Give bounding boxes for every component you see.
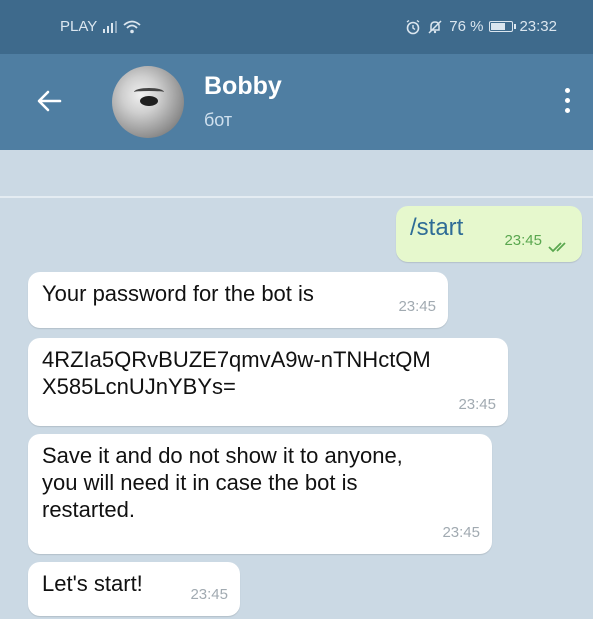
status-left: PLAY [60,18,141,35]
message-incoming[interactable]: Your password for the bot is 23:45 [28,272,448,328]
carrier-label: PLAY [60,18,98,35]
message-text: Save it and do not show it to anyone, yo… [42,443,403,522]
message-text: /start [410,214,464,241]
alarm-icon [406,19,420,34]
message-text: Your password for the bot is [42,281,314,306]
message-incoming[interactable]: Save it and do not show it to anyone, yo… [28,434,492,554]
avatar[interactable] [112,66,184,138]
message-text: 4RZIa5QRvBUZE7qmvA9w-nTNHctQM X585LcnUJn… [42,347,431,399]
message-time: 23:45 [190,586,228,603]
chat-title[interactable]: Bobby [204,72,282,101]
message-text: Let's start! [42,571,143,596]
chat-header: Bobby бот [0,54,593,150]
back-arrow-icon[interactable] [36,88,62,114]
wifi-icon [123,20,141,33]
pinned-area [0,150,593,198]
clock-time: 23:32 [519,18,557,35]
battery-percent: 76 % [449,18,484,35]
message-time: 23:45 [442,524,480,541]
status-bar: PLAY 76 % 23:32 [0,0,593,54]
chat-subtitle: бот [204,110,233,130]
message-time: 23:45 [398,298,436,315]
message-time: 23:45 [504,232,542,249]
message-outgoing[interactable]: /start 23:45 [396,206,582,262]
signal-icon [103,20,118,33]
more-vert-icon[interactable] [563,88,571,116]
message-incoming[interactable]: Let's start! 23:45 [28,562,240,616]
status-right: 76 % 23:32 [405,18,557,35]
double-check-icon [548,242,566,253]
message-time: 23:45 [458,396,496,413]
message-incoming[interactable]: 4RZIa5QRvBUZE7qmvA9w-nTNHctQM X585LcnUJn… [28,338,508,426]
message-list: /start 23:45 Your password for the bot i… [0,198,593,619]
battery-icon [489,21,517,32]
mute-icon [428,19,442,34]
